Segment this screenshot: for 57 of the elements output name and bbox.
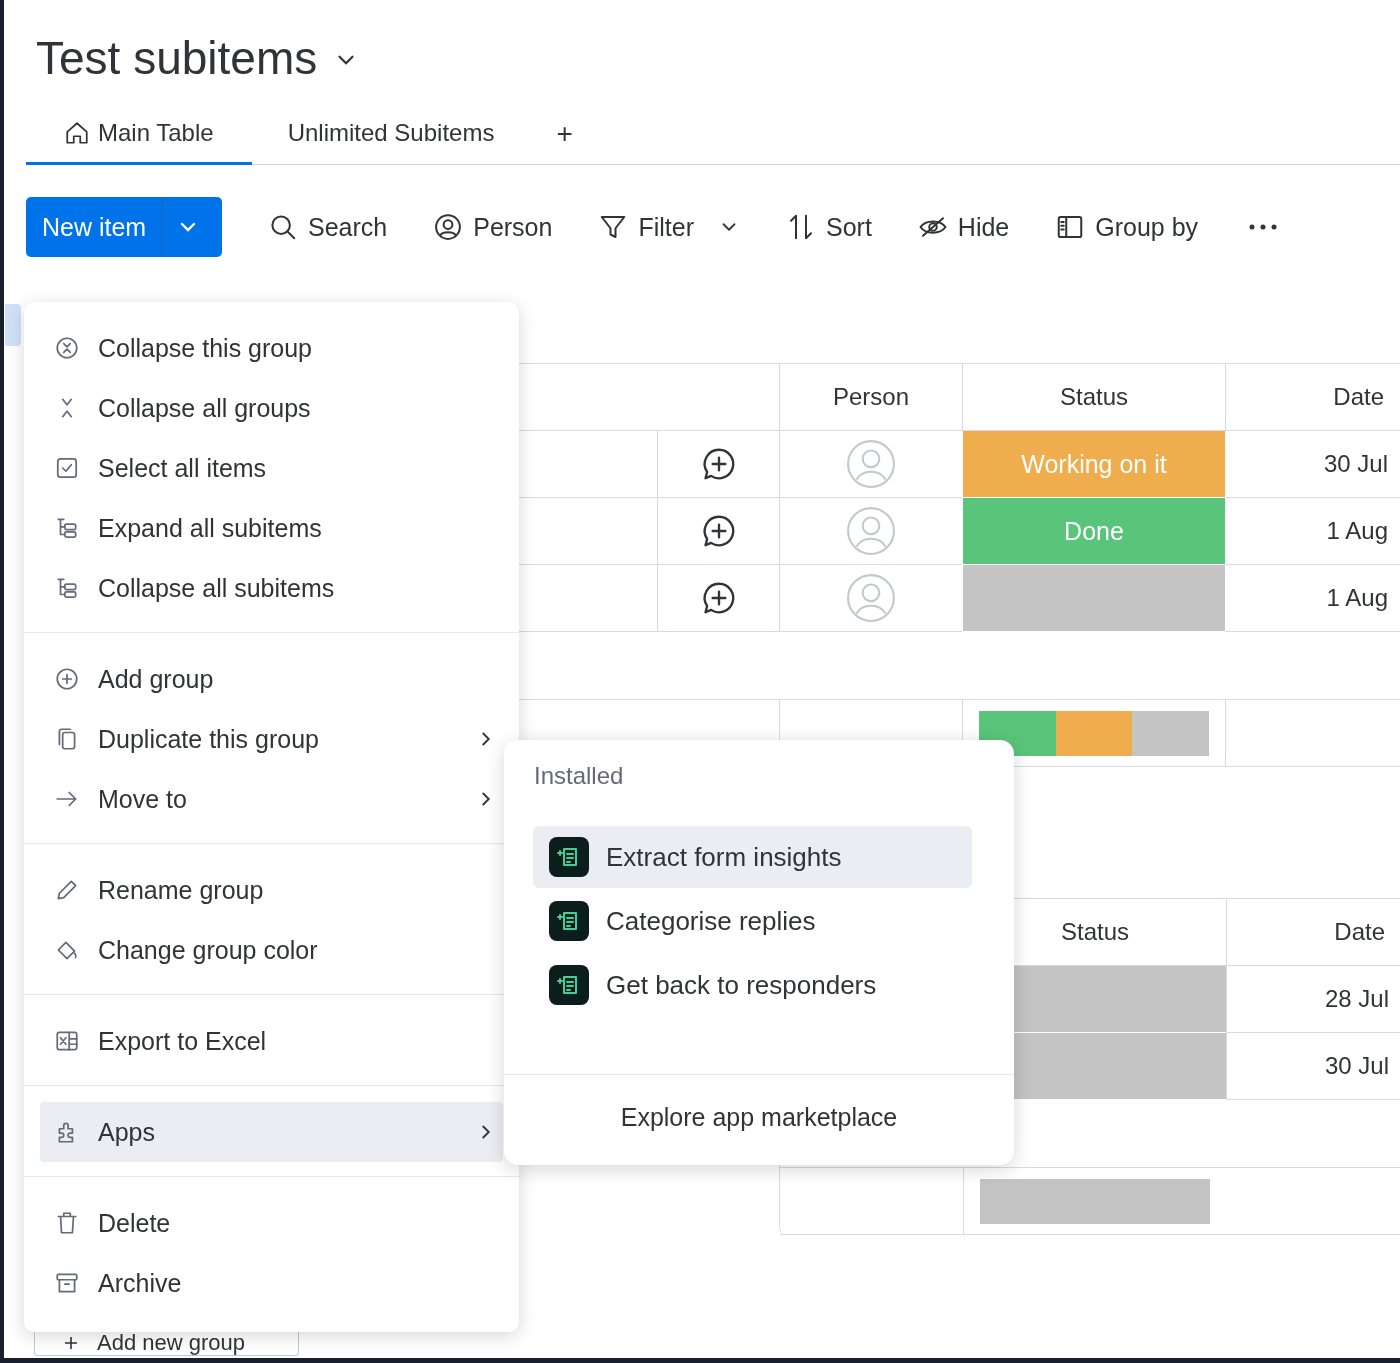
date-cell[interactable]: 30 Jul: [1226, 1033, 1400, 1100]
group-handle[interactable]: [5, 304, 21, 346]
date-cell[interactable]: 28 Jul: [1226, 966, 1400, 1033]
status-cell[interactable]: [962, 565, 1225, 632]
submenu-heading: Installed: [533, 761, 625, 791]
column-header: Date: [1226, 899, 1400, 966]
app-icon: [549, 965, 589, 1005]
date-cell[interactable]: 1 Aug: [1225, 498, 1400, 565]
menu-item[interactable]: Collapse all subitems: [40, 558, 503, 618]
checkbox-icon: [54, 455, 80, 481]
avatar-icon[interactable]: [846, 506, 896, 556]
toolbar-button[interactable]: Group by: [1055, 212, 1199, 242]
toolbar-button[interactable]: Search: [268, 212, 388, 242]
app-icon: [549, 837, 589, 877]
home-icon: [64, 120, 90, 146]
date-cell[interactable]: 1 Aug: [1225, 565, 1400, 632]
app-menu-item[interactable]: Extract form insights: [533, 826, 972, 888]
menu-item[interactable]: Add group: [40, 649, 503, 709]
collapse-icon: [54, 335, 80, 361]
trash-icon: [54, 1210, 80, 1236]
menu-item[interactable]: Duplicate this group: [40, 709, 503, 769]
menu-item[interactable]: Change group color: [40, 920, 503, 980]
menu-item[interactable]: Archive: [40, 1253, 503, 1313]
menu-item[interactable]: Select all items: [40, 438, 503, 498]
menu-item[interactable]: Export to Excel: [40, 1011, 503, 1071]
add-view-button[interactable]: +: [532, 104, 597, 164]
date-cell[interactable]: 30 Jul: [1225, 431, 1400, 498]
avatar-icon[interactable]: [846, 439, 896, 489]
toolbar-button[interactable]: Filter: [598, 212, 740, 242]
menu-item[interactable]: Collapse this group: [40, 318, 503, 378]
view-tab[interactable]: Unlimited Subitems: [251, 104, 533, 165]
explore-marketplace-link[interactable]: Explore app marketplace: [612, 1099, 906, 1136]
person-icon: [433, 212, 464, 242]
plus-circle-icon: [54, 666, 80, 692]
board-title: Test subitems: [36, 31, 318, 86]
search-icon: [268, 212, 298, 242]
toolbar-button[interactable]: Sort: [786, 212, 872, 242]
view-tab[interactable]: Main Table: [26, 104, 252, 165]
menu-item[interactable]: Collapse all groups: [40, 378, 503, 438]
new-item-button[interactable]: New item: [26, 197, 164, 257]
more-icon[interactable]: [1248, 223, 1279, 231]
archive-icon: [54, 1270, 80, 1296]
new-item-split-button[interactable]: New item: [26, 197, 222, 257]
toolbar-button[interactable]: Person: [433, 212, 553, 242]
plus-icon: [63, 1334, 79, 1351]
menu-item[interactable]: Move to: [40, 769, 503, 829]
add-group-button[interactable]: Add new group: [34, 1330, 299, 1356]
menu-item[interactable]: Expand all subitems: [40, 498, 503, 558]
menu-item[interactable]: Delete: [40, 1193, 503, 1253]
menu-item[interactable]: Rename group: [40, 860, 503, 920]
app-icon: [549, 901, 589, 941]
column-header: Date: [1225, 364, 1400, 431]
menu-item[interactable]: Apps: [40, 1102, 503, 1162]
excel-icon: [54, 1028, 80, 1054]
toolbar-button[interactable]: Hide: [917, 212, 1010, 242]
avatar-icon[interactable]: [846, 573, 896, 623]
column-header: Person: [779, 364, 962, 431]
